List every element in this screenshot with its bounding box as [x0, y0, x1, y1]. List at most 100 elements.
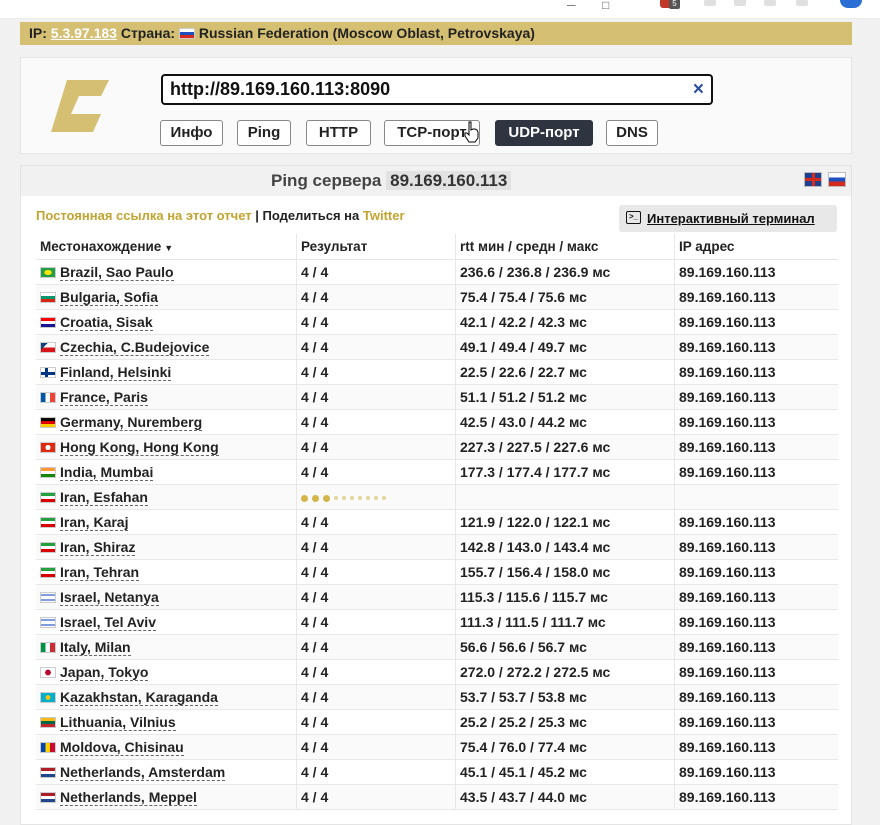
result-cell: 4 / 4 [296, 584, 456, 610]
location-link[interactable]: Finland, Helsinki [60, 364, 172, 381]
location-link[interactable]: Hong Kong, Hong Kong [60, 439, 219, 456]
rtt-cell: 45.1 / 45.1 / 45.2 мс [455, 759, 675, 785]
clear-icon[interactable]: × [693, 76, 704, 103]
ip-cell: 89.169.160.113 [674, 284, 838, 310]
table-row: Bulgaria, Sofia 4 / 4 75.4 / 75.4 / 75.6 м… [36, 284, 838, 310]
location-link[interactable]: France, Paris [60, 389, 148, 406]
client-ip-bar: IP: 5.3.97.183 Страна: Russian Federatio… [20, 22, 852, 45]
country-flag-icon [40, 417, 56, 428]
location-cell: Hong Kong, Hong Kong [36, 434, 297, 460]
ip-cell: 89.169.160.113 [674, 309, 838, 335]
rtt-cell: 49.1 / 49.4 / 49.7 мс [455, 334, 675, 360]
rtt-cell: 227.3 / 227.5 / 227.6 мс [455, 434, 675, 460]
location-cell: Kazakhstan, Karaganda [36, 684, 297, 710]
panel-header: Ping сервера 89.169.160.113 [21, 166, 851, 196]
result-cell: 4 / 4 [296, 384, 456, 410]
location-link[interactable]: Iran, Tehran [60, 564, 140, 581]
ip-cell: 89.169.160.113 [674, 684, 838, 710]
russian-language-flag-icon[interactable] [828, 172, 846, 187]
location-link[interactable]: Japan, Tokyo [60, 664, 149, 681]
extension-icon[interactable] [704, 0, 716, 6]
location-link[interactable]: Moldova, Chisinau [60, 739, 184, 756]
rtt-cell: 53.7 / 53.7 / 53.8 мс [455, 684, 675, 710]
location-link[interactable]: India, Mumbai [60, 464, 154, 481]
restore-icon[interactable]: □ [602, 0, 609, 12]
location-link[interactable]: Germany, Nuremberg [60, 414, 203, 431]
ip-cell: 89.169.160.113 [674, 334, 838, 360]
terminal-button-label: Интерактивный терминал [647, 211, 815, 226]
english-language-flag-icon[interactable] [804, 172, 822, 187]
location-link[interactable]: Israel, Netanya [60, 589, 159, 606]
ip-cell: 89.169.160.113 [674, 784, 838, 810]
client-ip-link[interactable]: 5.3.97.183 [51, 25, 117, 41]
minimize-icon[interactable]: ─ [567, 0, 576, 12]
location-cell: Finland, Helsinki [36, 359, 297, 385]
country-flag-icon [40, 467, 56, 478]
tab-button[interactable]: UDP-порт [495, 120, 593, 146]
location-link[interactable]: Israel, Tel Aviv [60, 614, 156, 631]
permalink-link[interactable]: Постоянная ссылка на этот отчет [36, 208, 252, 223]
location-link[interactable]: Iran, Esfahan [60, 489, 148, 506]
location-cell: Croatia, Sisak [36, 309, 297, 335]
table-row: Kazakhstan, Karaganda 4 / 4 53.7 / 53.7 / … [36, 684, 838, 710]
ip-cell: 89.169.160.113 [674, 509, 838, 535]
location-link[interactable]: Iran, Karaj [60, 514, 129, 531]
country-flag-icon [40, 442, 56, 453]
hand-cursor-icon [464, 121, 479, 143]
location-cell: Moldova, Chisinau [36, 734, 297, 760]
rtt-cell: 42.1 / 42.2 / 42.3 мс [455, 309, 675, 335]
rtt-cell [455, 484, 675, 510]
rtt-cell: 43.5 / 43.7 / 44.0 мс [455, 784, 675, 810]
result-cell: 4 / 4 [296, 634, 456, 660]
ip-cell: 89.169.160.113 [674, 759, 838, 785]
ip-cell: 89.169.160.113 [674, 384, 838, 410]
result-cell: 4 / 4 [296, 684, 456, 710]
url-input-value: http://89.169.160.113:8090 [170, 79, 391, 99]
tab-button[interactable]: HTTP [306, 120, 371, 146]
location-header-label: Местонахождение [40, 239, 162, 254]
table-header-row: Местонахождение ▼ Результат rtt мин / сре… [36, 234, 838, 260]
location-link[interactable]: Italy, Milan [60, 639, 131, 656]
rtt-cell: 142.8 / 143.0 / 143.4 мс [455, 534, 675, 560]
table-row: Iran, Karaj 4 / 4 121.9 / 122.0 / 122.1 мс… [36, 509, 838, 535]
location-link[interactable]: Czechia, C.Budejovice [60, 339, 210, 356]
sort-arrow-icon[interactable]: ▼ [164, 243, 173, 253]
table-row: India, Mumbai 4 / 4 177.3 / 177.4 / 177.7 … [36, 459, 838, 485]
location-link[interactable]: Netherlands, Meppel [60, 789, 197, 806]
result-cell: 4 / 4 [296, 409, 456, 435]
location-column-header[interactable]: Местонахождение ▼ [36, 234, 297, 260]
ip-column-header: IP адрес [674, 234, 838, 260]
url-input[interactable]: http://89.169.160.113:8090 × [161, 74, 713, 105]
location-link[interactable]: Lithuania, Vilnius [60, 714, 176, 731]
location-cell: Iran, Karaj [36, 509, 297, 535]
ip-cell: 89.169.160.113 [674, 534, 838, 560]
twitter-link[interactable]: Twitter [363, 208, 405, 223]
tab-button[interactable]: Ping [237, 120, 291, 146]
interactive-terminal-button[interactable]: >_ Интерактивный терминал [619, 205, 837, 232]
location-link[interactable]: Kazakhstan, Karaganda [60, 689, 218, 706]
extension-icon[interactable] [764, 0, 776, 6]
location-cell: Israel, Netanya [36, 584, 297, 610]
result-cell: 4 / 4 [296, 309, 456, 335]
location-link[interactable]: Netherlands, Amsterdam [60, 764, 226, 781]
location-link[interactable]: Bulgaria, Sofia [60, 289, 159, 306]
country-flag-icon [40, 367, 56, 378]
tab-button[interactable]: DNS [606, 120, 658, 146]
country-flag-icon [40, 617, 56, 628]
rtt-cell: 25.2 / 25.2 / 25.3 мс [455, 709, 675, 735]
extension-icon[interactable] [796, 0, 808, 6]
location-link[interactable]: Iran, Shiraz [60, 539, 136, 556]
tab-button[interactable]: Инфо [160, 120, 223, 146]
location-link[interactable]: Brazil, Sao Paulo [60, 264, 174, 281]
ip-cell: 89.169.160.113 [674, 459, 838, 485]
table-row: Iran, Tehran 4 / 4 155.7 / 156.4 / 158.0 м… [36, 559, 838, 585]
rtt-cell: 177.3 / 177.4 / 177.7 мс [455, 459, 675, 485]
rtt-cell: 75.4 / 76.0 / 77.4 мс [455, 734, 675, 760]
profile-icon[interactable] [840, 0, 862, 8]
country-flag-icon [40, 642, 56, 653]
result-cell: 4 / 4 [296, 734, 456, 760]
extension-icon[interactable] [734, 0, 746, 6]
rtt-cell: 75.4 / 75.4 / 75.6 мс [455, 284, 675, 310]
location-link[interactable]: Croatia, Sisak [60, 314, 153, 331]
check-host-logo-icon[interactable] [49, 78, 109, 134]
